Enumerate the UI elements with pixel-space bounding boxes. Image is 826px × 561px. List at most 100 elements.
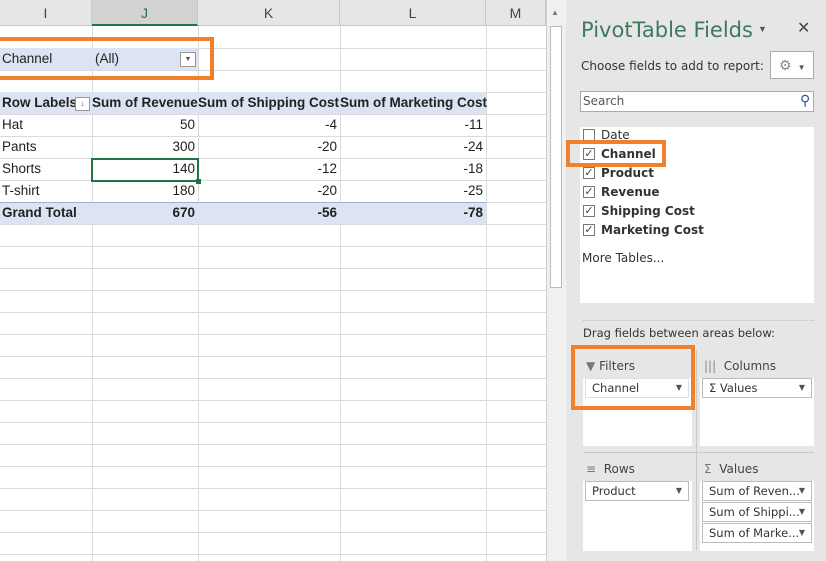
gridline [0,532,546,533]
pivot-row-label[interactable]: T-shirt [2,180,40,202]
values-field[interactable]: Sum of Shippi... ▼ [702,502,812,522]
highlight-box [566,140,666,167]
tools-gear-button[interactable]: ⚙ ▼ [770,51,814,79]
gear-icon: ⚙ [779,57,792,73]
pivot-cell-marketing[interactable]: -11 [340,114,486,136]
gridline [0,246,546,247]
field-checkbox[interactable]: ✓ [583,224,595,236]
search-input[interactable]: Search ⚲ [580,91,814,112]
gridline [0,224,546,225]
highlight-box [0,37,214,80]
grand-total-label: Grand Total [2,205,77,220]
columns-field-values[interactable]: Σ Values ▼ [702,378,812,398]
drag-instructions: Drag fields between areas below: [583,326,775,340]
rows-area[interactable]: Product ▼ [583,481,692,551]
gridline [0,356,546,357]
pivot-cell-revenue[interactable]: 50 [92,114,198,136]
rows-field-product[interactable]: Product ▼ [585,481,689,501]
columns-title: Columns [723,359,776,373]
gridline [0,466,546,467]
grand-total-revenue: 670 [172,205,195,220]
gridline [0,488,546,489]
pivottable-fields-pane: PivotTable Fields ▼ ✕ Choose fields to a… [566,0,826,561]
sigma-icon: Σ [704,462,712,476]
values-area[interactable]: Sum of Reven... ▼ Sum of Shippi... ▼ Sum of … [700,481,814,551]
gridline [0,510,546,511]
chevron-down-icon[interactable]: ▼ [799,524,805,542]
more-tables-link[interactable]: More Tables... [582,251,664,265]
chevron-down-icon[interactable]: ▼ [676,482,682,500]
pivot-cell-marketing[interactable]: -18 [340,158,486,180]
scroll-up-icon[interactable]: ▲ [551,8,559,17]
pivot-cell-shipping[interactable]: -20 [198,180,340,202]
rows-area-header: ≡ Rows [586,462,635,476]
values-field[interactable]: Sum of Marke... ▼ [702,523,812,543]
pivot-row-label[interactable]: Pants [2,136,37,158]
field-name[interactable]: Shipping Cost [601,204,695,218]
column-header-j[interactable]: J [92,0,198,26]
field-label: Sum of Reven... [709,484,800,498]
column-header-m[interactable]: M [486,0,546,26]
field-checkbox[interactable]: ✓ [583,167,595,179]
columns-area[interactable]: Σ Values ▼ [700,378,814,446]
values-area-header: Σ Values [704,462,758,476]
pivot-cell-revenue[interactable]: 300 [92,136,198,158]
pivot-row-label[interactable]: Shorts [2,158,41,180]
pivot-cell-shipping[interactable]: -20 [198,136,340,158]
gridline [0,400,546,401]
columns-icon: ||| [704,359,717,373]
field-name[interactable]: Product [601,166,654,180]
column-header-k[interactable]: K [198,0,340,26]
close-icon[interactable]: ✕ [797,18,810,38]
gridline [0,312,546,313]
search-icon[interactable]: ⚲ [800,92,810,109]
pivot-cell-shipping[interactable]: -12 [198,158,340,180]
vertical-scrollbar[interactable]: ▲ [546,0,566,561]
gridline [0,268,546,269]
gridline [0,378,546,379]
field-label: Sum of Shippi... [709,505,800,519]
field-label: Σ Values [709,381,758,395]
scrollbar-thumb[interactable] [550,26,562,288]
pane-options-dropdown-icon[interactable]: ▼ [758,24,767,34]
values-field[interactable]: Sum of Reven... ▼ [702,481,812,501]
gridline [0,554,546,555]
highlight-box [571,345,695,410]
grand-total-shipping: -56 [317,205,337,220]
divider [696,350,697,550]
pivot-header-revenue: Sum of Revenue [92,95,198,110]
gridline [0,444,546,445]
selected-cell[interactable] [91,158,201,184]
fill-handle[interactable] [196,179,201,184]
grand-total-marketing: -78 [463,205,483,220]
pivot-cell-marketing[interactable]: -25 [340,180,486,202]
pivot-cell-shipping[interactable]: -4 [198,114,340,136]
chevron-down-icon[interactable]: ▼ [799,482,805,500]
rows-title: Rows [603,462,635,476]
field-name[interactable]: Revenue [601,185,660,199]
gridline [0,422,546,423]
rows-icon: ≡ [586,462,597,476]
field-label: Product [592,484,636,498]
divider [583,320,814,321]
field-checkbox[interactable]: ✓ [583,186,595,198]
chevron-down-icon[interactable]: ▼ [799,379,805,397]
field-label: Sum of Marke... [709,526,800,540]
pivot-header-row-labels: Row Labels [2,95,78,110]
values-title: Values [719,462,759,476]
pivot-cell-revenue[interactable]: 180 [92,180,198,202]
gridline [0,334,546,335]
pivot-cell-marketing[interactable]: -24 [340,136,486,158]
sort-filter-icon[interactable]: ↓ [75,97,90,111]
pane-subtitle: Choose fields to add to report: [581,59,764,73]
field-checkbox[interactable]: ✓ [583,205,595,217]
column-header-i[interactable]: I [0,0,92,26]
divider [583,452,814,453]
pivot-row-label[interactable]: Hat [2,114,23,136]
chevron-down-icon[interactable]: ▼ [799,503,805,521]
column-header-l[interactable]: L [340,0,486,26]
gridline [0,290,546,291]
field-name[interactable]: Marketing Cost [601,223,704,237]
search-placeholder: Search [583,94,625,108]
columns-area-header: ||| Columns [704,359,776,373]
